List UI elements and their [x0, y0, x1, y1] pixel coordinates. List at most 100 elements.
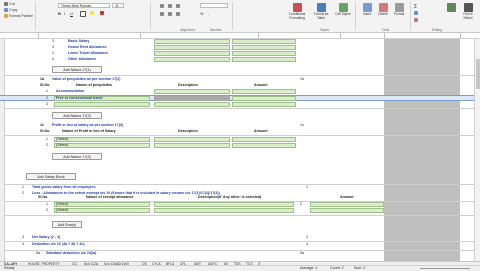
row-number: 1b [40, 77, 45, 81]
fill-button[interactable] [414, 11, 418, 15]
section-title: Value of perquisites as per section 17(2… [52, 77, 121, 81]
font-size-select[interactable]: 11 [112, 3, 124, 8]
align-bottom-button[interactable] [176, 4, 180, 8]
row-label: Standard deduction u/s 16(ia) [46, 251, 97, 255]
delete-button[interactable]: Delete [376, 3, 390, 17]
row-number: 3 [52, 39, 54, 43]
copy-icon [4, 8, 8, 12]
percent-button[interactable]: % [200, 12, 203, 16]
input-cell[interactable] [154, 39, 230, 44]
amount-cell[interactable] [310, 208, 384, 213]
number-format-select[interactable] [200, 3, 228, 8]
amount-cell[interactable] [232, 39, 296, 44]
table-icon [316, 3, 326, 12]
fill-color-icon [90, 11, 94, 15]
align-icon [168, 12, 172, 16]
align-right-button[interactable] [176, 12, 180, 16]
row-number: 1 [22, 185, 24, 189]
align-icon [176, 4, 180, 8]
format-as-table-button[interactable]: Format as Table [311, 3, 331, 20]
format-button[interactable]: Format [392, 3, 406, 17]
scrollbar-thumb[interactable] [476, 59, 480, 89]
row-number: 2 [46, 96, 48, 100]
sort-filter-button[interactable] [444, 3, 458, 13]
scissors-icon [4, 2, 8, 6]
dropdown-cell[interactable] [54, 137, 150, 142]
comma-button[interactable]: , [208, 12, 209, 16]
amount-cell[interactable] [232, 45, 296, 50]
column-header: Description [178, 129, 198, 133]
align-left-button[interactable] [160, 12, 164, 16]
find-select-button[interactable]: Find & Select [460, 3, 476, 20]
amount-cell[interactable] [232, 137, 296, 142]
input-cell[interactable] [154, 89, 230, 94]
row-number: 3 [22, 235, 24, 239]
autosum-button[interactable]: Σ [414, 4, 417, 10]
font-name-select[interactable]: Times New Roman [58, 3, 110, 8]
underline-button[interactable]: U [70, 11, 73, 16]
vertical-scrollbar[interactable] [474, 39, 480, 261]
add-nature-17-1-button[interactable]: Add Nature 17(1) [52, 66, 102, 73]
separator [355, 2, 356, 30]
input-cell[interactable] [154, 57, 230, 62]
conditional-formatting-button[interactable]: Conditional Formatting [286, 3, 308, 20]
brush-icon [4, 14, 8, 18]
worksheet-grid[interactable]: 3 Basic Salary 3 House Rent Allowance 3 … [0, 39, 480, 261]
amount-cell[interactable] [232, 96, 296, 101]
row-number: 2 [46, 208, 48, 212]
column-header: Description [178, 83, 198, 87]
amount-cell[interactable] [310, 202, 384, 207]
dropdown-cell[interactable] [54, 202, 150, 207]
dropdown-cell[interactable] [54, 143, 150, 148]
cell-styles-button[interactable]: Cell Styles [334, 3, 352, 17]
amount-cell[interactable] [232, 143, 296, 148]
input-cell[interactable] [154, 143, 230, 148]
disabled-cell [154, 96, 230, 101]
amount-cell[interactable] [232, 102, 296, 107]
clear-button[interactable] [414, 18, 418, 22]
eraser-icon [414, 18, 418, 22]
input-cell[interactable] [154, 137, 230, 142]
input-cell[interactable] [154, 45, 230, 50]
ref-label: 1b [300, 77, 304, 81]
ref-label: 5a [300, 251, 304, 255]
amount-cell[interactable] [232, 51, 296, 56]
separator [410, 2, 411, 30]
status-bar: Ready Average: 1 Count: 2 Sum: 2 [0, 265, 480, 271]
separator [232, 2, 233, 30]
zoom-slider[interactable] [420, 268, 470, 269]
fill-color-button[interactable] [90, 11, 94, 15]
amount-cell[interactable] [232, 89, 296, 94]
borders-button[interactable] [80, 11, 86, 17]
align-middle-button[interactable] [168, 4, 172, 8]
bold-button[interactable]: B [58, 11, 61, 16]
input-cell[interactable] [154, 208, 294, 213]
input-cell[interactable] [154, 202, 294, 207]
amount-cell[interactable] [232, 57, 296, 62]
input-cell[interactable] [154, 102, 230, 107]
column-header: Sl.No. [38, 195, 49, 199]
add-nature-17-3-button[interactable]: Add Nature 17(3) [52, 153, 102, 160]
add-rows-button[interactable]: Add Row(s) [52, 221, 82, 228]
input-cell[interactable] [154, 51, 230, 56]
align-icon [168, 4, 172, 8]
align-center-button[interactable] [168, 12, 172, 16]
italic-button[interactable]: I [64, 11, 65, 16]
row-label: Total gross salary from all employers [32, 185, 96, 189]
font-color-icon [100, 11, 104, 15]
add-salary-block-button[interactable]: Add Salary Block [26, 173, 76, 180]
cut-button[interactable]: Cut [4, 2, 15, 6]
copy-button[interactable]: Copy [4, 8, 17, 12]
dropdown-cell[interactable] [54, 208, 150, 213]
dropdown-cell[interactable] [54, 102, 150, 107]
row-number: 2 [46, 143, 48, 147]
add-nature-17-2-button[interactable]: Add Nature 17(2) [52, 112, 102, 119]
select-value: (Select) [56, 208, 69, 212]
insert-button[interactable]: Insert [360, 3, 374, 17]
row-number: 3 [52, 51, 54, 55]
align-top-button[interactable] [160, 4, 164, 8]
font-color-button[interactable] [100, 11, 104, 15]
format-painter-button[interactable]: Format Painter [4, 14, 33, 18]
row-label: House Rent Allowance [68, 45, 107, 49]
row-number: 1 [46, 202, 48, 206]
